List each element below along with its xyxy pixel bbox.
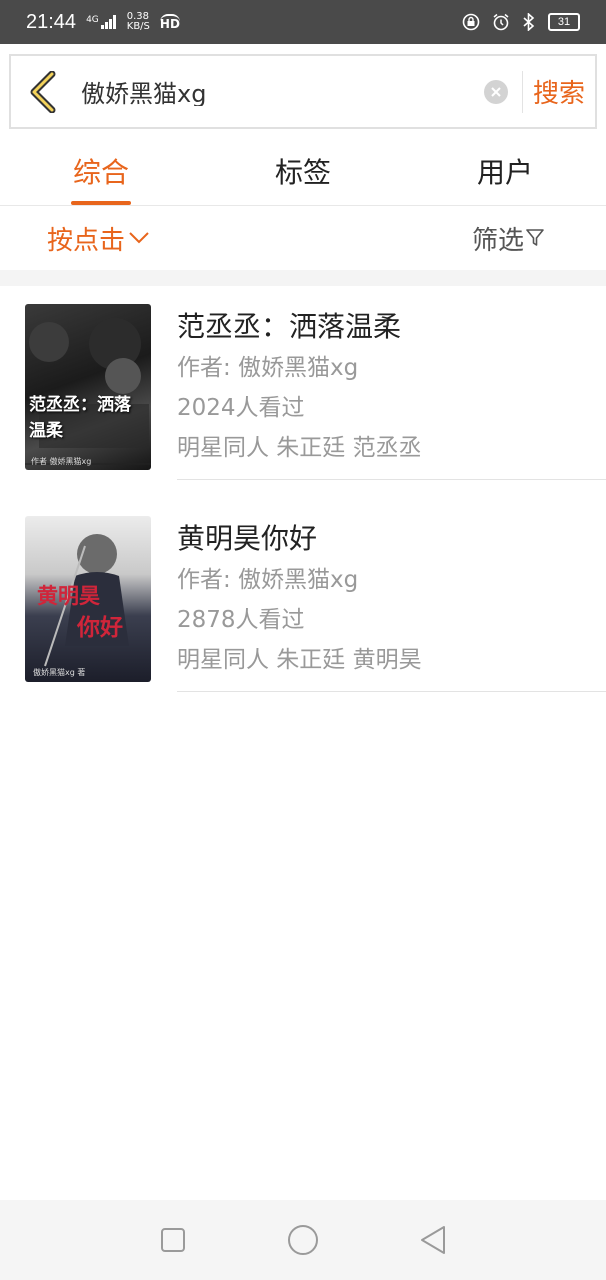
- book-cover: 黄明昊 你好 傲娇黑猫xg 著: [25, 516, 151, 682]
- tab-comprehensive[interactable]: 综合: [0, 136, 202, 205]
- bluetooth-icon: [523, 13, 535, 31]
- network-type: 4G: [86, 15, 99, 25]
- cover-art: [25, 318, 151, 465]
- search-button[interactable]: 搜索: [523, 73, 595, 110]
- system-nav-bar: [0, 1200, 606, 1280]
- filter-bar: 按点击 筛选: [0, 206, 606, 270]
- result-item[interactable]: 范丞丞：洒落温柔 作者 傲娇黑猫xg 范丞丞：洒落温柔 作者: 傲娇黑猫xg 2…: [0, 286, 606, 482]
- cover-credit: 作者 傲娇黑猫xg: [31, 457, 92, 466]
- back-nav-button[interactable]: [403, 1210, 463, 1270]
- triangle-back-icon: [421, 1226, 445, 1254]
- result-author: 作者: 傲娇黑猫xg: [177, 567, 359, 593]
- result-title: 黄明昊你好: [177, 522, 318, 555]
- alarm-icon: [493, 13, 509, 31]
- filter-label: 筛选: [471, 225, 524, 256]
- result-item[interactable]: 黄明昊 你好 傲娇黑猫xg 著 黄明昊你好 作者: 傲娇黑猫xg 2878人看过…: [0, 498, 606, 694]
- sort-label: 按点击: [47, 225, 126, 256]
- hd-icon: HD: [159, 13, 180, 31]
- chevron-left-icon: [30, 70, 56, 113]
- tab-tags[interactable]: 标签: [202, 136, 404, 205]
- clear-button[interactable]: [484, 79, 508, 104]
- battery-icon: 31: [548, 13, 580, 31]
- cover-title-line-2: 你好: [77, 614, 123, 641]
- recent-apps-button[interactable]: [143, 1210, 203, 1270]
- status-right: 31: [462, 13, 580, 31]
- search-input[interactable]: [75, 77, 484, 106]
- chevron-down-icon: [129, 232, 149, 244]
- tab-users[interactable]: 用户: [404, 136, 606, 205]
- sort-dropdown[interactable]: 按点击: [47, 220, 149, 257]
- filter-button[interactable]: 筛选: [472, 220, 544, 257]
- net-speed: 0.38 KB/S: [127, 12, 150, 32]
- home-button[interactable]: [273, 1210, 333, 1270]
- status-left: 21:44 4G 0.38 KB/S HD: [26, 11, 180, 34]
- book-cover: 范丞丞：洒落温柔 作者 傲娇黑猫xg: [25, 304, 151, 470]
- item-divider: [177, 479, 606, 480]
- lock-rotation-icon: [462, 13, 480, 31]
- result-info: 黄明昊你好 作者: 傲娇黑猫xg 2878人看过 明星同人 朱正廷 黄明昊: [177, 518, 606, 680]
- item-divider: [177, 691, 606, 692]
- result-title: 范丞丞：洒落温柔: [177, 310, 402, 343]
- signal-icon: 4G: [86, 15, 117, 29]
- circle-icon: [288, 1225, 318, 1255]
- status-bar: 21:44 4G 0.38 KB/S HD 31: [0, 0, 606, 44]
- square-icon: [161, 1228, 185, 1252]
- result-author: 作者: 傲娇黑猫xg: [177, 355, 359, 381]
- back-button[interactable]: [11, 56, 75, 127]
- cover-credit: 傲娇黑猫xg 著: [33, 668, 86, 677]
- status-time: 21:44: [26, 10, 77, 33]
- close-icon: [491, 86, 501, 97]
- net-speed-unit: KB/S: [126, 21, 150, 32]
- tab-bar: 综合 标签 用户: [0, 136, 606, 206]
- funnel-icon: [526, 229, 544, 246]
- section-gap: [0, 270, 606, 286]
- result-views: 2878人看过: [177, 607, 305, 633]
- result-info: 范丞丞：洒落温柔 作者: 傲娇黑猫xg 2024人看过 明星同人 朱正廷 范丞丞: [177, 306, 606, 468]
- cover-title-line-1: 黄明昊: [37, 583, 100, 608]
- result-tags: 明星同人 朱正廷 黄明昊: [177, 647, 422, 673]
- result-tags: 明星同人 朱正廷 范丞丞: [177, 435, 422, 461]
- battery-level: 31: [557, 16, 571, 28]
- result-views: 2024人看过: [177, 395, 305, 421]
- cover-title: 范丞丞：洒落温柔: [29, 395, 131, 441]
- search-header: 搜索: [9, 54, 597, 129]
